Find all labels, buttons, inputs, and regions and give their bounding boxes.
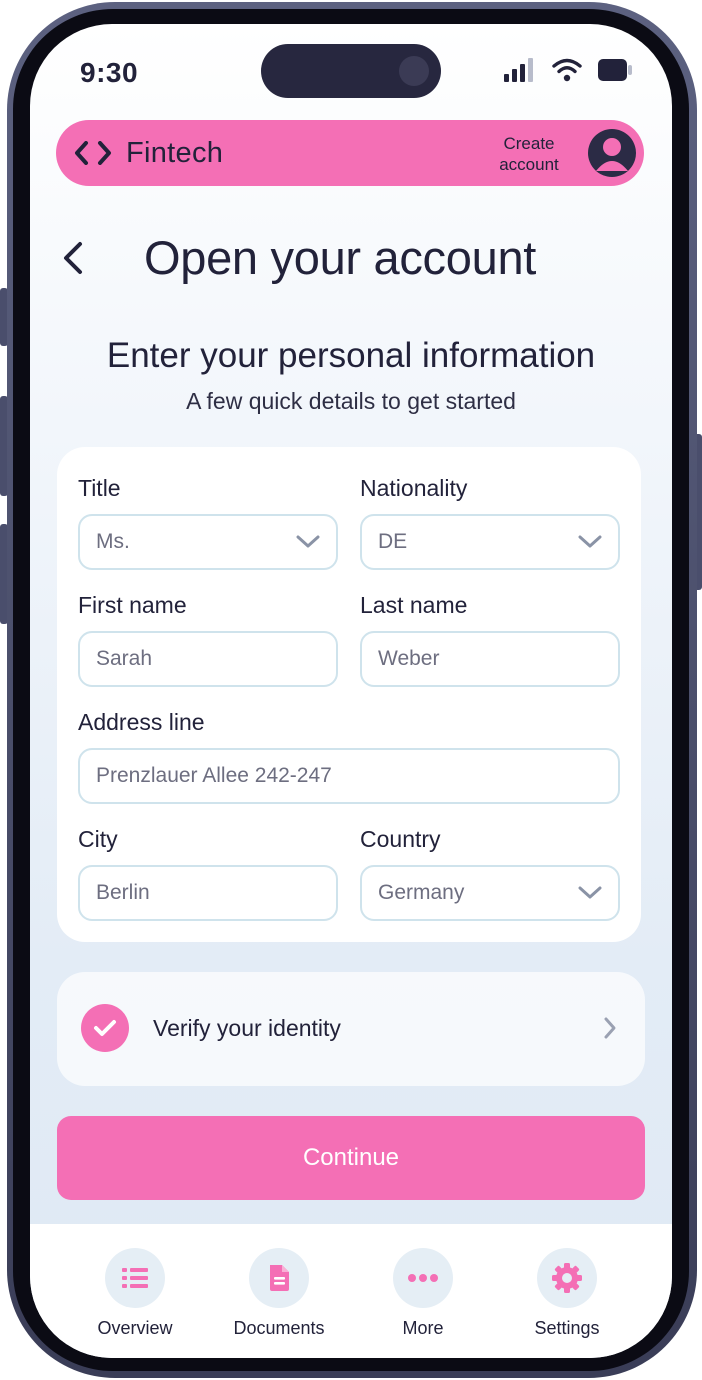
last-name-field[interactable]: Weber	[360, 631, 620, 687]
nav-overview[interactable]: Overview	[65, 1248, 205, 1339]
brand-name: Fintech	[126, 136, 224, 169]
city-value: Berlin	[96, 881, 150, 904]
first-name-field[interactable]: Sarah	[78, 631, 338, 687]
check-circle-icon	[81, 1004, 129, 1052]
bottom-nav: Overview Documents More Settings	[30, 1224, 672, 1358]
nationality-select[interactable]: DE	[360, 514, 620, 570]
section-title: Enter your personal information	[106, 336, 596, 375]
document-icon	[249, 1248, 309, 1308]
nav-label: Documents	[233, 1318, 325, 1338]
personal-info-form: Title Ms. Nationality DE First name Sara…	[57, 447, 641, 942]
first-name-value: Sarah	[96, 647, 153, 670]
nationality-label: Nationality	[360, 475, 468, 501]
chevron-down-icon	[296, 535, 320, 548]
address-value: Prenzlauer Allee 242-247	[96, 764, 332, 787]
verify-identity-row[interactable]: Verify your identity	[57, 972, 645, 1086]
last-name-label: Last name	[360, 592, 468, 618]
status-icons	[504, 58, 632, 82]
battery-icon	[598, 59, 632, 81]
status-time: 9:30	[80, 57, 139, 88]
dynamic-island	[261, 44, 441, 98]
city-label: City	[78, 826, 118, 852]
page-title: Open your account	[144, 231, 537, 284]
nav-documents[interactable]: Documents	[209, 1248, 349, 1339]
wifi-icon	[552, 58, 582, 82]
back-arrow-icon[interactable]	[60, 238, 88, 278]
avatar[interactable]	[588, 129, 636, 177]
gear-icon	[537, 1248, 597, 1308]
app-header: Fintech Create account	[56, 120, 644, 186]
section-subtitle: A few quick details to get started	[186, 388, 516, 414]
address-field[interactable]: Prenzlauer Allee 242-247	[78, 748, 620, 804]
last-name-value: Weber	[378, 647, 440, 670]
title-label: Title	[78, 475, 121, 501]
address-label: Address line	[78, 709, 205, 735]
camera-icon	[399, 56, 429, 86]
user-icon	[596, 138, 628, 171]
title-select[interactable]: Ms.	[78, 514, 338, 570]
nationality-value: DE	[378, 530, 408, 553]
first-name-label: First name	[78, 592, 187, 618]
nav-label: More	[402, 1318, 444, 1338]
chevron-right-icon	[604, 1017, 616, 1039]
nav-settings[interactable]: Settings	[497, 1248, 637, 1339]
nav-label: Settings	[534, 1318, 600, 1338]
nav-label: Overview	[97, 1318, 173, 1338]
code-brackets-icon	[75, 141, 111, 165]
signal-icon	[504, 58, 533, 82]
list-icon	[105, 1248, 165, 1308]
create-account-link[interactable]: Create account	[484, 133, 574, 175]
chevron-down-icon	[578, 886, 602, 899]
more-icon	[393, 1248, 453, 1308]
chevron-down-icon	[578, 535, 602, 548]
city-field[interactable]: Berlin	[78, 865, 338, 921]
title-value: Ms.	[96, 530, 130, 553]
country-value: Germany	[378, 881, 465, 904]
nav-more[interactable]: More	[353, 1248, 493, 1339]
phone-screen: 9:30 Fintech Create account Open your ac…	[30, 24, 672, 1358]
country-label: Country	[360, 826, 441, 852]
continue-button[interactable]: Continue	[57, 1116, 645, 1200]
verify-identity-label: Verify your identity	[153, 1015, 341, 1041]
country-select[interactable]: Germany	[360, 865, 620, 921]
